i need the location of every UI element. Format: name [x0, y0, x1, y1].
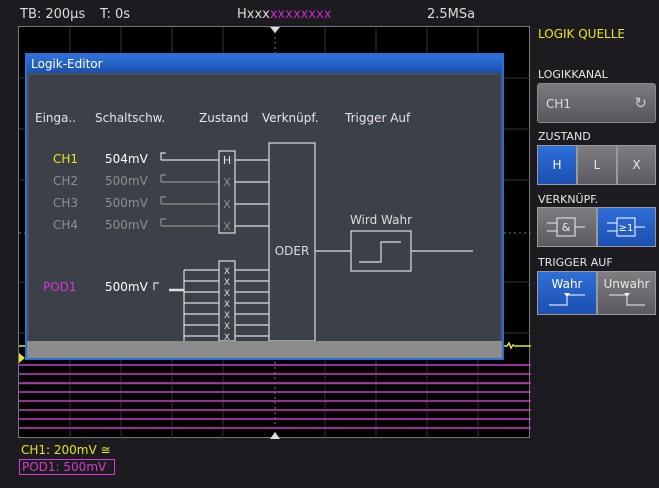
pod-bit-state: X [224, 267, 230, 277]
rotate-knob-icon: ↻ [634, 94, 647, 112]
zustand-label: ZUSTAND [538, 130, 591, 143]
pod-bit-state: X [224, 278, 230, 288]
ch2-state[interactable]: X [223, 176, 231, 189]
trigger-unwahr-button[interactable]: Unwahr [597, 271, 656, 315]
and-gate-icon: & [547, 217, 585, 237]
or-gate-icon: ≥1 [606, 217, 645, 237]
menu-title: LOGIK QUELLE [538, 27, 625, 41]
logikkanal-label: LOGIKKANAL [538, 68, 608, 81]
softmenu-panel: LOGIK QUELLE LOGIKKANAL CH1 ↻ ZUSTAND H … [534, 0, 659, 488]
ch1-state[interactable]: H [223, 154, 231, 167]
pod-bit-state: X [224, 289, 230, 299]
ch3-state[interactable]: X [223, 198, 231, 211]
falling-edge-icon [608, 293, 645, 306]
or-gate-symbol: ≥1 [618, 223, 633, 234]
zustand-l-button[interactable]: L [577, 145, 617, 185]
pod-bit-state: X [224, 322, 230, 332]
trigger-wahr-button[interactable]: Wahr [537, 271, 597, 315]
ch4-state[interactable]: X [223, 220, 231, 233]
horizontal-position-readout[interactable]: Hxxxxxxxxxxx [237, 7, 331, 22]
gate-label[interactable]: ODER [275, 244, 310, 258]
logikkanal-select[interactable]: CH1 ↻ [537, 83, 656, 123]
logic-diagram: H X X X XXXXXXX ODER Wird Wahr [153, 142, 473, 341]
logikkanal-value: CH1 [546, 97, 572, 111]
dialog-footer [27, 341, 502, 358]
sample-rate-readout: 2.5MSa [427, 7, 476, 22]
hpos-prefix: Hxxx [237, 7, 270, 22]
and-gate-button[interactable]: & [537, 207, 597, 247]
hpos-magenta: xxxxxxxx [269, 7, 332, 22]
zustand-x-button[interactable]: X [617, 145, 656, 185]
or-gate-button[interactable]: ≥1 [597, 207, 656, 247]
trigger-wahr-label: Wahr [551, 277, 583, 291]
rising-edge-icon [549, 293, 585, 306]
pod-bit-state: X [224, 300, 230, 310]
trigger-condition-label[interactable]: Wird Wahr [350, 213, 412, 227]
pod-bit-state: X [224, 311, 230, 321]
pod-bit-state: X [224, 333, 230, 341]
trigger-auf-label: TRIGGER AUF [538, 256, 613, 269]
trigger-time-readout[interactable]: T: 0s [100, 7, 130, 22]
dialog-title: Logik-Editor [27, 55, 502, 73]
verknupf-label: VERKNÜPF. [538, 193, 599, 206]
pod1-scale-readout[interactable]: POD1: 500mV [19, 459, 116, 475]
timebase-readout[interactable]: TB: 200µs [20, 7, 85, 22]
svg-text:&: & [562, 221, 571, 234]
logik-editor-dialog: Logik-Editor Einga.. Schaltschw. Zustand… [25, 53, 504, 360]
ch1-scale-readout[interactable]: CH1: 200mV ≅ [21, 443, 111, 457]
status-bar: TB: 200µs T: 0s Hxxxxxxxxxxx 2.5MSa [0, 0, 530, 26]
dialog-body: Einga.. Schaltschw. Zustand Verknüpf. Tr… [29, 75, 500, 341]
zustand-h-button[interactable]: H [537, 145, 577, 185]
trigger-unwahr-label: Unwahr [603, 277, 650, 291]
